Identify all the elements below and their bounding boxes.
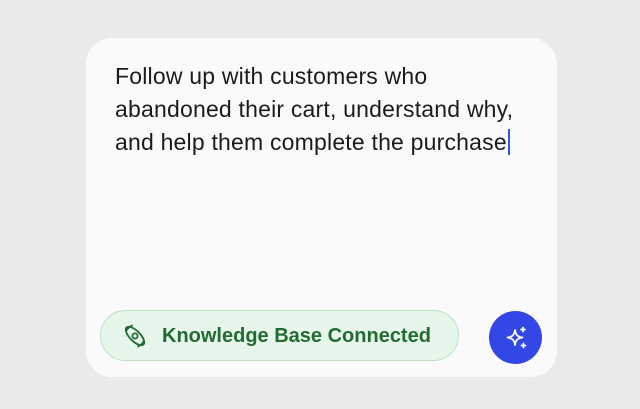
sparkles-icon (506, 326, 526, 348)
orbit-icon (124, 324, 146, 348)
prompt-text: Follow up with customers who abandoned t… (115, 63, 514, 155)
text-caret (507, 129, 510, 155)
knowledge-base-label: Knowledge Base Connected (162, 325, 431, 347)
prompt-text-area[interactable]: Follow up with customers who abandoned t… (115, 60, 535, 159)
knowledge-base-status-chip[interactable]: Knowledge Base Connected (100, 310, 459, 361)
ai-generate-button[interactable] (489, 311, 542, 364)
prompt-composer-card: Follow up with customers who abandoned t… (86, 38, 557, 377)
